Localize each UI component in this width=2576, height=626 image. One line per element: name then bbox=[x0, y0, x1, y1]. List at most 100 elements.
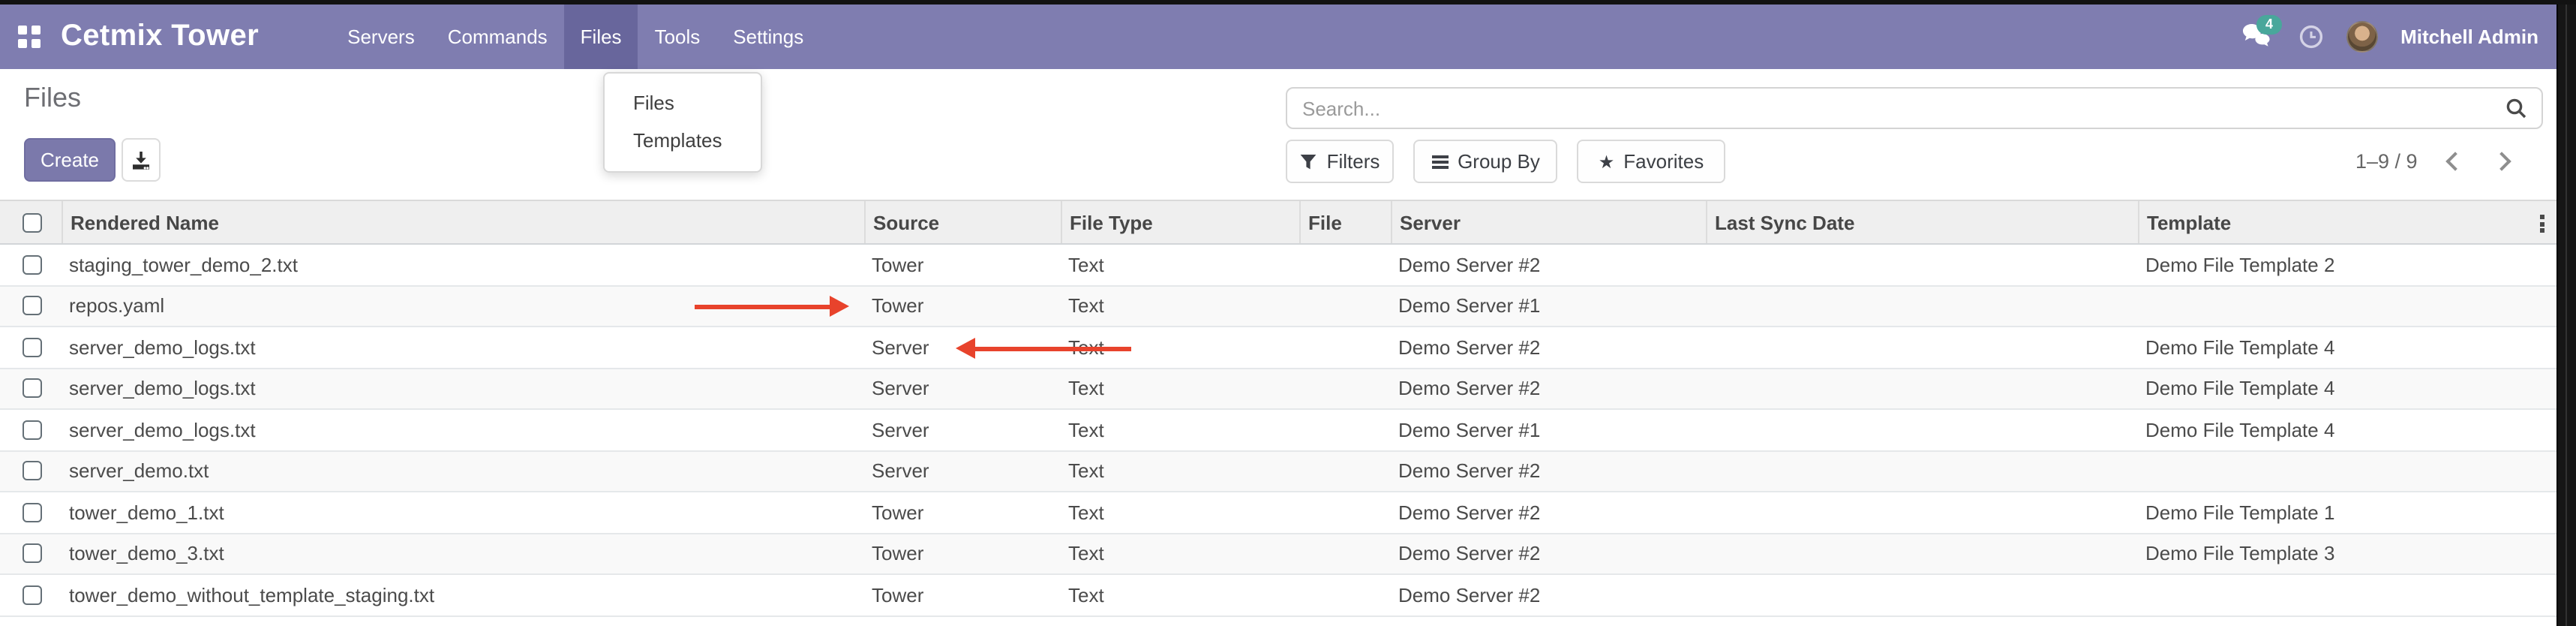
cell-rendered-name: tower_demo_1.txt bbox=[62, 492, 864, 532]
row-checkbox[interactable] bbox=[23, 255, 42, 275]
column-header-last-sync-date[interactable]: Last Sync Date bbox=[1706, 201, 2138, 243]
app-brand[interactable]: Cetmix Tower bbox=[40, 5, 259, 69]
search-input[interactable] bbox=[1287, 97, 2505, 119]
cell-file bbox=[1299, 492, 1391, 532]
row-checkbox-cell bbox=[0, 451, 62, 491]
screen-edge-right bbox=[2556, 0, 2576, 626]
optional-columns-toggle-icon[interactable] bbox=[2534, 212, 2549, 236]
row-checkbox[interactable] bbox=[23, 503, 42, 522]
row-checkbox[interactable] bbox=[23, 544, 42, 564]
cell-file-type: Text bbox=[1061, 575, 1299, 615]
cell-template: Demo File Template 4 bbox=[2138, 369, 2556, 408]
chevron-right-icon bbox=[2493, 151, 2511, 170]
column-header-template[interactable]: Template bbox=[2138, 201, 2556, 243]
cell-rendered-name: staging_tower_demo_2.txt bbox=[62, 245, 864, 284]
cell-last-sync-date bbox=[1706, 245, 2138, 284]
row-checkbox[interactable] bbox=[23, 379, 42, 399]
cell-server: Demo Server #2 bbox=[1391, 369, 1706, 408]
cell-template: Demo File Template 3 bbox=[2138, 534, 2556, 573]
messages-button[interactable]: 4 bbox=[2240, 20, 2276, 53]
annotation-arrow-left bbox=[975, 346, 1131, 351]
table-row[interactable]: server_demo_logs.txt Server Text Demo Se… bbox=[0, 369, 2556, 410]
filters-label: Filters bbox=[1327, 150, 1380, 173]
cell-last-sync-date bbox=[1706, 575, 2138, 615]
cell-server: Demo Server #2 bbox=[1391, 245, 1706, 284]
create-button[interactable]: Create bbox=[24, 138, 116, 182]
dropdown-item-files[interactable]: Files bbox=[605, 84, 761, 122]
systray: 4 Mitchell Admin bbox=[2240, 5, 2576, 69]
pager-next-button[interactable] bbox=[2490, 148, 2517, 175]
cell-source: Tower bbox=[864, 492, 1061, 532]
cell-template: Demo File Template 2 bbox=[2138, 245, 2556, 284]
table-row[interactable]: staging_tower_demo_2.txt Tower Text Demo… bbox=[0, 245, 2556, 286]
cell-file-type: Text bbox=[1061, 245, 1299, 284]
filter-funnel-icon bbox=[1300, 152, 1318, 170]
search-bar bbox=[1286, 87, 2543, 129]
nav-item-tools[interactable]: Tools bbox=[638, 5, 717, 69]
row-checkbox[interactable] bbox=[23, 296, 42, 316]
cell-rendered-name: server_demo_logs.txt bbox=[62, 369, 864, 408]
user-avatar[interactable] bbox=[2346, 21, 2378, 53]
row-checkbox[interactable] bbox=[23, 585, 42, 605]
user-name[interactable]: Mitchell Admin bbox=[2400, 26, 2538, 48]
activities-button[interactable] bbox=[2298, 24, 2324, 50]
cell-server: Demo Server #2 bbox=[1391, 451, 1706, 491]
cell-source: Tower bbox=[864, 575, 1061, 615]
favorites-label: Favorites bbox=[1623, 150, 1704, 173]
nav-item-commands[interactable]: Commands bbox=[431, 5, 564, 69]
clock-icon bbox=[2298, 24, 2324, 50]
search-icon[interactable] bbox=[2505, 97, 2541, 119]
files-list-table: Rendered Name Source File Type File Serv… bbox=[0, 200, 2556, 616]
select-all-cell bbox=[0, 201, 62, 243]
cell-file bbox=[1299, 410, 1391, 450]
cell-server: Demo Server #2 bbox=[1391, 575, 1706, 615]
table-row[interactable]: server_demo.txt Server Text Demo Server … bbox=[0, 451, 2556, 492]
table-row[interactable]: tower_demo_1.txt Tower Text Demo Server … bbox=[0, 492, 2556, 534]
select-all-checkbox[interactable] bbox=[23, 212, 42, 232]
table-row[interactable]: tower_demo_3.txt Tower Text Demo Server … bbox=[0, 534, 2556, 575]
cell-last-sync-date bbox=[1706, 451, 2138, 491]
row-checkbox[interactable] bbox=[23, 338, 42, 357]
cell-server: Demo Server #1 bbox=[1391, 410, 1706, 450]
pager-previous-button[interactable] bbox=[2440, 148, 2467, 175]
table-row[interactable]: server_demo_logs.txt Server Text Demo Se… bbox=[0, 327, 2556, 369]
apps-menu-button[interactable] bbox=[0, 5, 40, 69]
dropdown-item-templates[interactable]: Templates bbox=[605, 122, 761, 159]
group-by-button[interactable]: Group By bbox=[1413, 140, 1557, 183]
cell-last-sync-date bbox=[1706, 492, 2138, 532]
cell-rendered-name: server_demo.txt bbox=[62, 451, 864, 491]
row-checkbox[interactable] bbox=[23, 420, 42, 440]
column-header-file-type[interactable]: File Type bbox=[1061, 201, 1299, 243]
cell-rendered-name: tower_demo_without_template_staging.txt bbox=[62, 575, 864, 615]
row-checkbox-cell bbox=[0, 410, 62, 450]
column-header-file[interactable]: File bbox=[1299, 201, 1391, 243]
cell-file-type: Text bbox=[1061, 369, 1299, 408]
import-button[interactable] bbox=[122, 138, 161, 182]
cell-template: Demo File Template 4 bbox=[2138, 410, 2556, 450]
table-row[interactable]: tower_demo_without_template_staging.txt … bbox=[0, 575, 2556, 616]
cell-rendered-name: server_demo_logs.txt bbox=[62, 410, 864, 450]
row-checkbox[interactable] bbox=[23, 462, 42, 481]
filters-button[interactable]: Filters bbox=[1286, 140, 1394, 183]
cell-source: Server bbox=[864, 451, 1061, 491]
cell-file bbox=[1299, 534, 1391, 573]
pager: 1–9 / 9 bbox=[2355, 140, 2517, 183]
cell-file bbox=[1299, 369, 1391, 408]
row-checkbox-cell bbox=[0, 327, 62, 367]
download-icon bbox=[131, 149, 152, 170]
column-header-server[interactable]: Server bbox=[1391, 201, 1706, 243]
main-menu: Servers Commands Files Tools Settings bbox=[331, 5, 820, 69]
column-header-source[interactable]: Source bbox=[864, 201, 1061, 243]
cell-file bbox=[1299, 286, 1391, 326]
cell-template bbox=[2138, 286, 2556, 326]
column-header-rendered-name[interactable]: Rendered Name bbox=[62, 201, 864, 243]
table-row[interactable]: repos.yaml Tower Text Demo Server #1 bbox=[0, 286, 2556, 327]
nav-item-files[interactable]: Files bbox=[564, 5, 638, 69]
cell-template bbox=[2138, 575, 2556, 615]
nav-item-settings[interactable]: Settings bbox=[716, 5, 820, 69]
cell-last-sync-date bbox=[1706, 369, 2138, 408]
table-row[interactable]: server_demo_logs.txt Server Text Demo Se… bbox=[0, 410, 2556, 451]
favorites-button[interactable]: ★ Favorites bbox=[1577, 140, 1725, 183]
nav-item-servers[interactable]: Servers bbox=[331, 5, 431, 69]
cell-file bbox=[1299, 245, 1391, 284]
